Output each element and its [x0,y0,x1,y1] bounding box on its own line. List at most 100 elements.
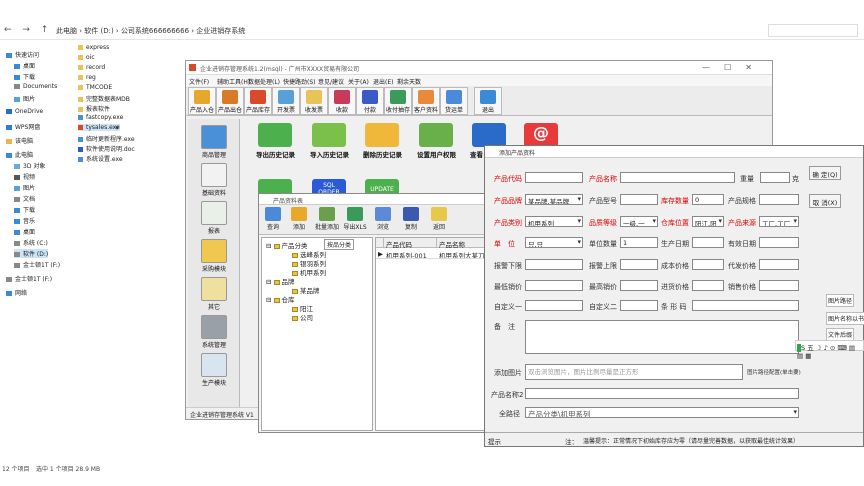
name2-input[interactable] [525,388,799,399]
tree-node-warehouse[interactable]: ⊟ 仓库 [266,294,295,304]
tree-node-brand[interactable]: ⊟ 品牌 [266,276,295,286]
menu-tools[interactable]: 辅助工具(H) [217,77,250,86]
brand-select[interactable]: 某品牌,某品牌 [525,194,583,205]
import-history-icon[interactable] [312,123,346,147]
file-item[interactable]: 软件使用说明.doc [78,144,135,153]
sidebar-item-desktop[interactable]: 桌面 [14,61,35,70]
sidebar-item-downloads2[interactable]: 下载 [14,205,35,214]
nav-other[interactable]: 其它 [194,277,234,311]
grid-header-name[interactable]: 产品名称 [437,238,490,249]
alarm-high-input[interactable] [620,259,658,270]
custom2-input[interactable] [620,300,658,311]
user-permission-label[interactable]: 设置用户权限 [417,149,456,159]
sidebar-item-pictures2[interactable]: 图片 [14,183,35,192]
main-title-bar[interactable]: 企业进销存管理系统1.2(msql) - 广州市XXXX贸易有限公司 —☐✕ [186,61,772,75]
breadcrumb[interactable]: 此电脑 › 软件 (D:) › 公司系统666666666 › 企业进销存系统 [56,26,245,36]
file-item[interactable]: 完整数据表MDB [78,94,130,103]
window-controls[interactable]: —☐✕ [702,63,766,72]
file-item[interactable]: express [78,44,109,51]
full-path-select[interactable]: 产品分类\机甲系列 [525,407,799,418]
cancel-button[interactable]: 取 消(X) [809,194,841,208]
address-bar[interactable]: ← → ↑ 此电脑 › 软件 (D:) › 公司系统666666666 › 企业… [0,22,864,40]
export-history-label[interactable]: 导出历史记录 [256,149,295,159]
tree-node[interactable]: 公司 [292,312,313,322]
file-item[interactable]: 报表软件 [78,104,110,113]
remark-textarea[interactable] [525,320,799,354]
file-item[interactable]: 临时更新程序.exe [78,134,135,143]
sidebar-item-network[interactable]: 网络 [6,288,27,297]
shipping-button[interactable]: 货运单 [440,87,468,115]
import-history-label[interactable]: 导入历史记录 [310,149,349,159]
custom1-input[interactable] [525,300,583,311]
sidebar-item-this-pc[interactable]: 此电脑 [6,150,33,159]
valid-date-input[interactable] [759,237,799,248]
inventory-button[interactable]: 产品库存 [244,87,272,115]
category-select[interactable]: 机甲系列 [525,216,583,227]
batch-add-button[interactable]: 批量添加 [315,207,339,231]
file-item-selected[interactable]: tysales.exe [78,124,120,132]
back-button[interactable]: 返回 [427,207,451,231]
sidebar-item-downloads[interactable]: 下载 [14,72,35,81]
code-input[interactable] [525,172,583,183]
crumb-drive[interactable]: 软件 (D:) [84,27,113,35]
delete-history-label[interactable]: 删除历史记录 [363,149,402,159]
sidebar-item-music[interactable]: 音乐 [14,216,35,225]
image-drop-area[interactable]: 双击浏览图片，图片比例尽量是正方形 [525,364,743,380]
image-path-config[interactable]: 图片路径配置(单击要) [747,368,801,376]
menu-data[interactable]: 数据处理(L) [248,77,280,86]
dialog-title[interactable]: 添加产品资料 [485,146,863,158]
sidebar-item-c[interactable]: 系统 (C:) [14,238,48,247]
crumb-folder[interactable]: 企业进销存系统 [196,27,245,35]
barcode-input[interactable] [692,300,799,311]
source-select[interactable]: 工厂,工厂 [759,216,799,227]
table-cell[interactable]: 机甲系列大某刀 [437,249,490,259]
sidebar-item-d[interactable]: 软件 (D:) [14,249,49,258]
confirm-button[interactable]: 确 定(Q) [809,166,841,180]
sidebar-item-3d[interactable]: 3D 对象 [14,161,45,170]
sidebar-item-docs2[interactable]: 文档 [14,194,35,203]
sidebar-item-user[interactable]: 该电脑 [6,136,33,145]
copy-button[interactable]: 复制 [399,207,423,231]
unit-qty-input[interactable]: 1 [620,237,658,248]
spec-input[interactable] [759,194,799,205]
nav-report[interactable]: 报表 [194,201,234,235]
delete-history-icon[interactable] [365,123,399,147]
max-price-input[interactable] [620,280,658,291]
sidebar-item-video[interactable]: 视频 [14,172,35,181]
nav-purchase[interactable]: 采购模块 [194,239,234,273]
unit-select[interactable]: 只,只 [525,237,583,248]
grid-header-code[interactable]: 产品代码 [384,238,437,249]
agent-price-input[interactable] [759,259,799,270]
tree-node[interactable]: 某品牌 [292,285,320,295]
menu-days[interactable]: 剩余天数 [397,77,421,86]
nav-production[interactable]: 生产模块 [194,353,234,387]
file-item[interactable]: TMCODE [78,84,112,91]
pay-button[interactable]: 付款 [356,87,384,115]
sidebar-item-desktop2[interactable]: 桌面 [14,227,35,236]
product-window-title[interactable]: 产品资料表 [259,194,489,205]
browse-button[interactable]: 浏览 [371,207,395,231]
collect-button[interactable]: 收款 [328,87,356,115]
file-item[interactable]: record [78,64,105,71]
nav-system[interactable]: 系统管理 [194,315,234,349]
add-button[interactable]: 添加 [287,207,311,231]
sidebar-item-quick[interactable]: 快速访问 [6,50,39,59]
nav-goods[interactable]: 商品管理 [194,125,234,159]
sidebar-item-documents[interactable]: Documents [14,83,57,90]
cost-input[interactable] [692,259,724,270]
sidebar-item-onedrive[interactable]: OneDrive [6,108,43,115]
table-cell[interactable]: 机甲系列-001 [384,249,437,259]
search-mode-select[interactable]: 按品分类 [324,239,355,250]
customer-button[interactable]: 客户资料 [412,87,440,115]
stock-qty-input[interactable]: 0 [692,194,724,205]
menu-about[interactable]: 关于(A) [348,77,369,86]
invoice-button[interactable]: 开发票 [272,87,300,115]
alarm-low-input[interactable] [525,259,583,270]
warehouse-select[interactable]: 阳江,阳 [692,216,724,227]
ime-toolbar[interactable]: S 五 ☽ ♪ ⊙ ⌨ ▤ ▤ ▦ [795,340,864,360]
sidebar-item-pictures[interactable]: 图片 [14,94,35,103]
view-label[interactable]: 查看 [470,149,483,159]
balance-button[interactable]: 收付抽存 [384,87,412,115]
menu-file[interactable]: 文件(F) [189,77,209,86]
grade-select[interactable]: 一级,一 [620,216,658,227]
